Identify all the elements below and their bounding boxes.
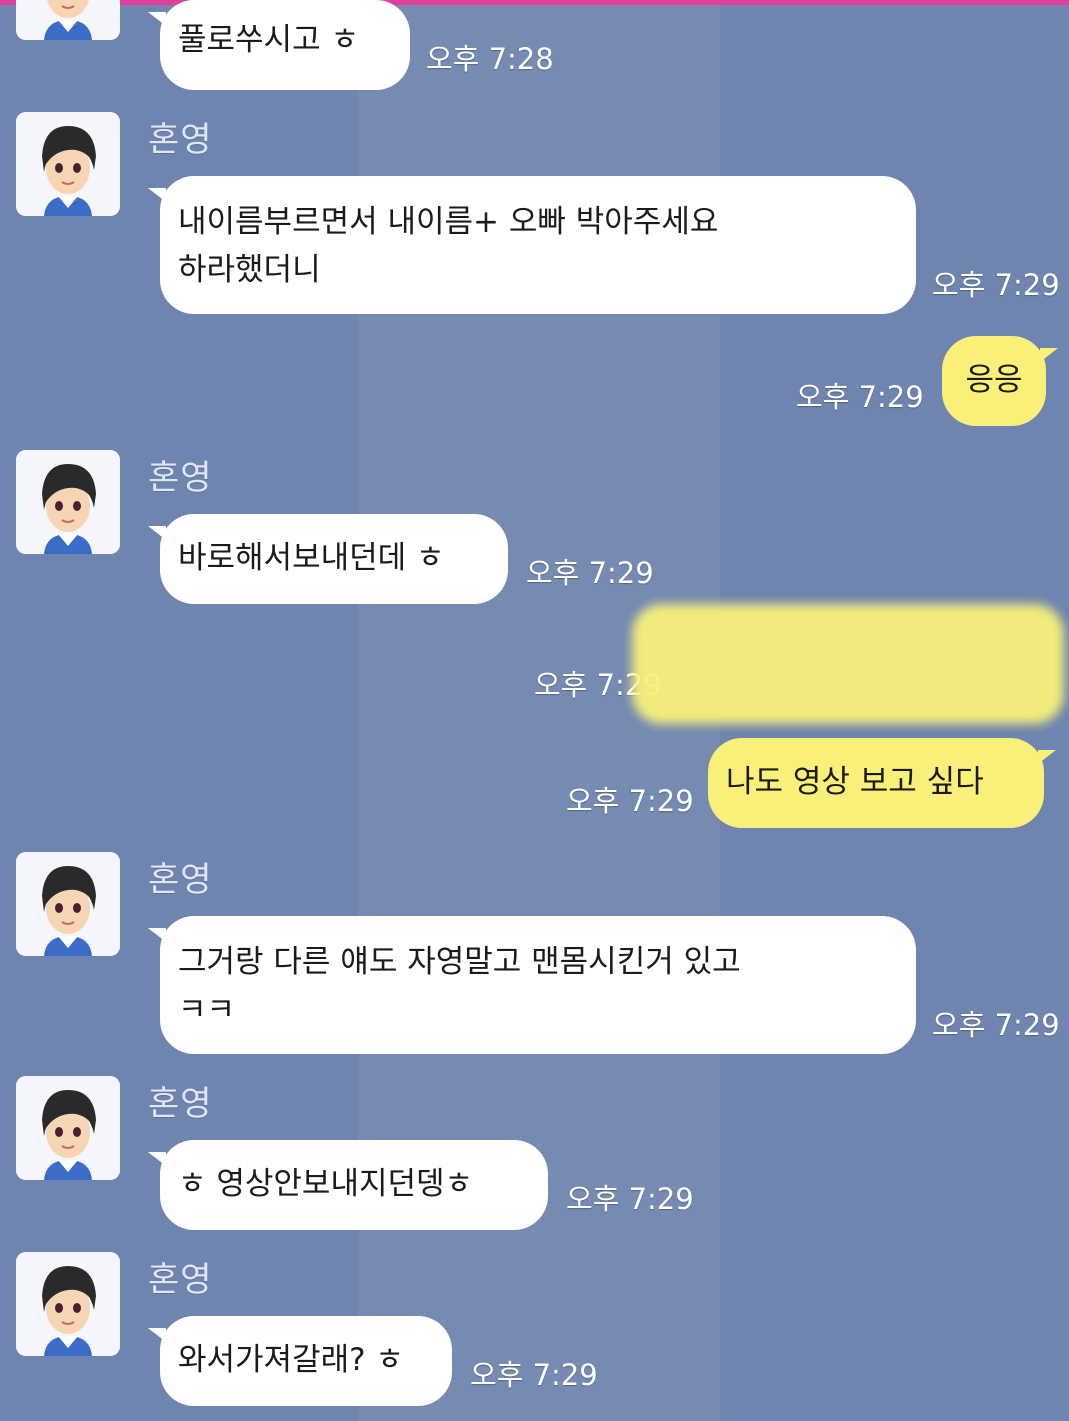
avatar-character-icon bbox=[16, 450, 120, 554]
avatar[interactable] bbox=[16, 852, 120, 956]
message-bubble[interactable]: 바로해서보내던데 ㅎ bbox=[148, 514, 508, 604]
sender-name: 혼영 bbox=[148, 860, 213, 900]
message-time: 오후 7:29 bbox=[796, 380, 924, 414]
avatar[interactable] bbox=[16, 0, 120, 40]
message-bubble[interactable]: 풀로쑤시고 ㅎ bbox=[148, 0, 410, 90]
avatar-character-icon bbox=[16, 0, 120, 40]
avatar[interactable] bbox=[16, 1252, 120, 1356]
message-bubble[interactable]: 그거랑 다른 얘도 자영말고 맨몸시킨거 있고 ㅋㅋ bbox=[148, 916, 916, 1054]
message-time: 오후 7:29 bbox=[932, 1008, 1060, 1042]
message-bubble[interactable]: 와서가져갈래? ㅎ bbox=[148, 1316, 452, 1406]
avatar-character-icon bbox=[16, 1252, 120, 1356]
sender-name: 혼영 bbox=[148, 1084, 213, 1124]
message-time: 오후 7:29 bbox=[566, 1182, 694, 1216]
avatar[interactable] bbox=[16, 1076, 120, 1180]
message-bubble[interactable]: 내이름부르면서 내이름+ 오빠 박아주세요 하라했더니 bbox=[148, 176, 916, 314]
message-bubble[interactable]: ㅎ 영상안보내지던뎅ㅎ bbox=[148, 1140, 548, 1230]
my-message-bubble[interactable]: 응응 bbox=[942, 336, 1058, 426]
avatar[interactable] bbox=[16, 112, 120, 216]
sender-name: 혼영 bbox=[148, 1260, 213, 1300]
sender-name: 혼영 bbox=[148, 458, 213, 498]
avatar-character-icon bbox=[16, 112, 120, 216]
my-message-bubble[interactable]: 나도 영상 보고 싶다 bbox=[708, 738, 1056, 828]
redacted-message-bubble[interactable] bbox=[632, 604, 1064, 724]
avatar[interactable] bbox=[16, 450, 120, 554]
avatar-character-icon bbox=[16, 852, 120, 956]
message-time: 오후 7:29 bbox=[566, 784, 694, 818]
message-time: 오후 7:29 bbox=[932, 268, 1060, 302]
message-time: 오후 7:29 bbox=[526, 556, 654, 590]
sender-name: 혼영 bbox=[148, 120, 213, 160]
message-time: 오후 7:28 bbox=[426, 42, 554, 76]
message-time: 오후 7:29 bbox=[470, 1358, 598, 1392]
avatar-character-icon bbox=[16, 1076, 120, 1180]
